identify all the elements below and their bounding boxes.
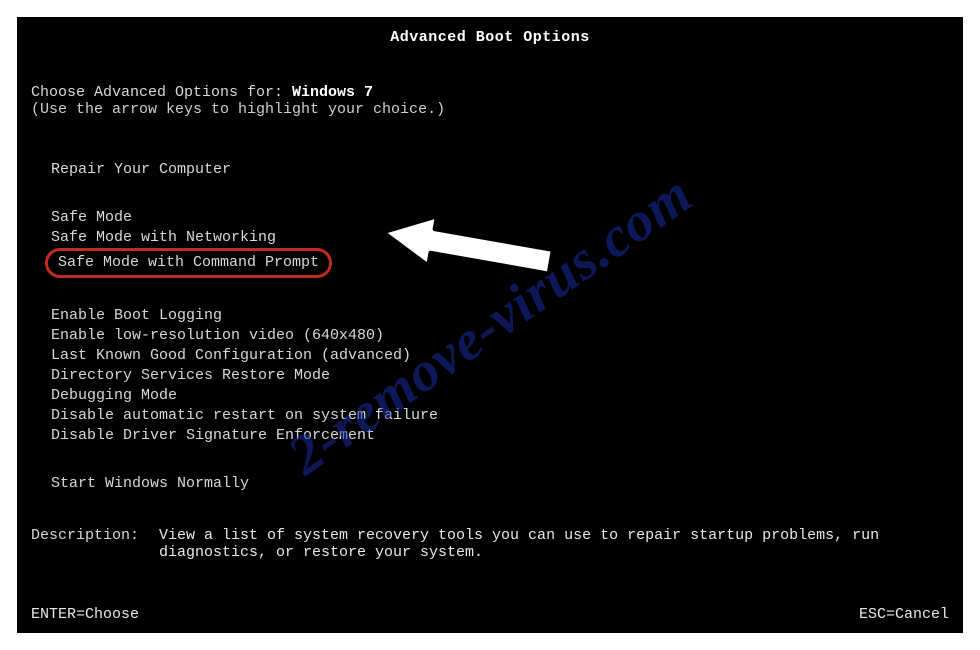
choose-line: Choose Advanced Options for: Windows 7	[31, 84, 963, 101]
menu-item-safe-mode[interactable]: Safe Mode	[49, 208, 963, 228]
key-hint: (Use the arrow keys to highlight your ch…	[31, 101, 963, 118]
group-safe-mode: Safe Mode Safe Mode with Networking Safe…	[49, 208, 963, 278]
description-row: Description: View a list of system recov…	[31, 527, 949, 561]
os-name: Windows 7	[292, 84, 373, 101]
boot-screen: Advanced Boot Options Choose Advanced Op…	[17, 17, 963, 633]
page-title: Advanced Boot Options	[17, 17, 963, 46]
menu-item-low-res-video[interactable]: Enable low-resolution video (640x480)	[49, 326, 963, 346]
menu-item-safe-mode-networking[interactable]: Safe Mode with Networking	[49, 228, 963, 248]
menu-item-safe-mode-command-prompt-row[interactable]: Safe Mode with Command Prompt	[49, 248, 963, 278]
menu-item-ds-restore-mode[interactable]: Directory Services Restore Mode	[49, 366, 963, 386]
menu-item-start-normally[interactable]: Start Windows Normally	[49, 474, 963, 494]
choose-prefix: Choose Advanced Options for:	[31, 84, 292, 101]
group-repair: Repair Your Computer	[49, 160, 963, 180]
menu-item-enable-boot-logging[interactable]: Enable Boot Logging	[49, 306, 963, 326]
menu-item-repair-your-computer[interactable]: Repair Your Computer	[49, 160, 963, 180]
group-normal: Start Windows Normally	[49, 474, 963, 494]
highlight-circle: Safe Mode with Command Prompt	[45, 248, 332, 278]
menu-item-disable-auto-restart[interactable]: Disable automatic restart on system fail…	[49, 406, 963, 426]
footer-bar: ENTER=Choose ESC=Cancel	[31, 606, 949, 623]
footer-esc: ESC=Cancel	[859, 606, 949, 623]
menu-item-safe-mode-command-prompt-label: Safe Mode with Command Prompt	[58, 254, 319, 271]
description-label: Description:	[31, 527, 159, 561]
menu-item-last-known-good[interactable]: Last Known Good Configuration (advanced)	[49, 346, 963, 366]
group-advanced: Enable Boot Logging Enable low-resolutio…	[49, 306, 963, 446]
footer-enter: ENTER=Choose	[31, 606, 139, 623]
menu-item-debugging-mode[interactable]: Debugging Mode	[49, 386, 963, 406]
description-text: View a list of system recovery tools you…	[159, 527, 949, 561]
menu-item-disable-driver-sig[interactable]: Disable Driver Signature Enforcement	[49, 426, 963, 446]
